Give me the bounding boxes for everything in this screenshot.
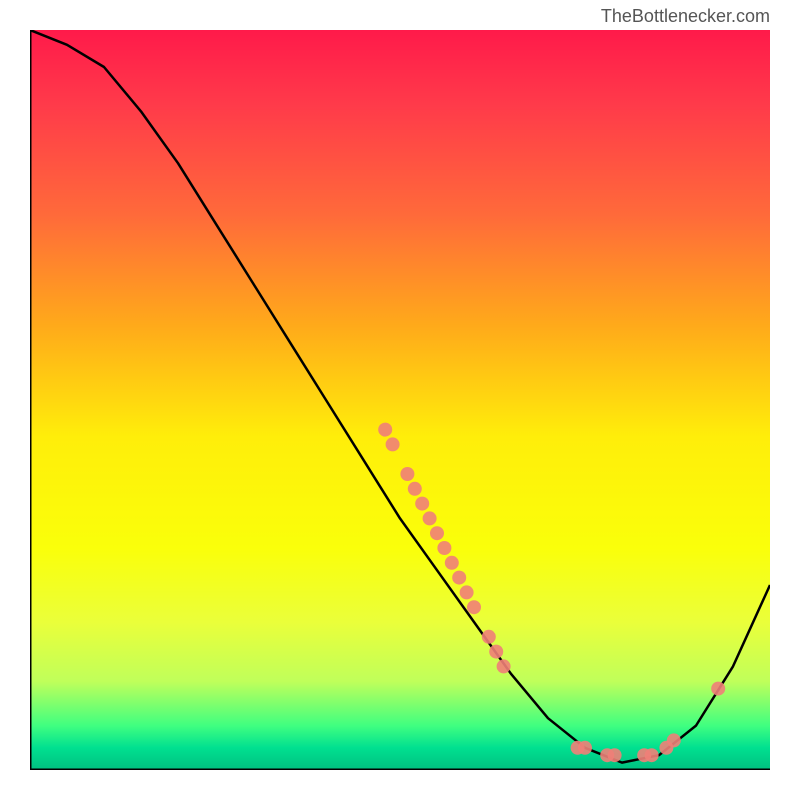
chart-container: TheBottlenecker.com bbox=[0, 0, 800, 800]
plot-gradient-background bbox=[30, 30, 770, 770]
attribution-text: TheBottlenecker.com bbox=[601, 6, 770, 27]
